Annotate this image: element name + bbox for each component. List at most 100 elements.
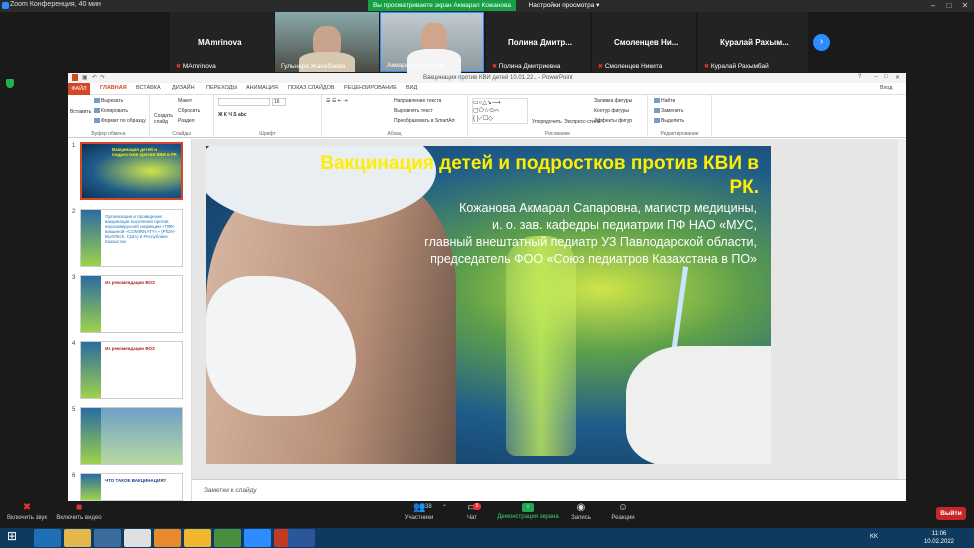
shape-effects-button[interactable]: Эффекты фигур <box>594 118 632 124</box>
slide-thumbnail[interactable] <box>80 407 183 465</box>
replace-button[interactable]: Заменить <box>661 108 683 114</box>
unmute-button[interactable]: ✖ Включить звук <box>4 502 50 522</box>
notes-pane[interactable]: Заметки к слайду <box>192 479 906 501</box>
select-button[interactable]: Выделить <box>661 118 684 124</box>
start-video-button[interactable]: ■ Включить видео <box>54 502 104 522</box>
tab-design[interactable]: ДИЗАЙН <box>172 85 195 91</box>
record-button[interactable]: ◉ Запись <box>566 503 596 522</box>
paste-button[interactable]: Вставить <box>70 109 91 115</box>
slides-group: Создать слайд Макет Сбросить Раздел Слай… <box>150 95 214 138</box>
copy-button[interactable]: Копировать <box>101 108 128 114</box>
current-slide[interactable]: Вакцинация детей и подростков против КВИ… <box>206 146 771 464</box>
chrome-icon[interactable] <box>124 529 151 547</box>
participant-tile[interactable]: Куралай Рахым... ✖ Куралай Рахымбай <box>698 12 808 72</box>
undo-icon[interactable]: ↶ <box>92 74 97 81</box>
arrange-button[interactable]: Упорядочить <box>532 119 562 125</box>
file-explorer-icon[interactable] <box>64 529 91 547</box>
reactions-button[interactable]: ☺ Реакции <box>606 503 640 522</box>
participants-button[interactable]: 👥 Участники <box>400 503 438 522</box>
sign-in-link[interactable]: Вход <box>880 85 892 91</box>
bullets-icon[interactable]: ☰ ☰ ⇤ ⇥ <box>326 98 348 104</box>
maximize-icon[interactable]: □ <box>942 0 956 11</box>
font-name-dropdown[interactable] <box>218 98 270 106</box>
ppt-restore-icon[interactable]: □ <box>884 74 888 80</box>
start-button-icon[interactable]: ⊞ <box>2 529 22 547</box>
next-page-arrow-icon[interactable]: › <box>813 34 830 51</box>
font-size-dropdown[interactable]: 16 <box>272 98 286 106</box>
participant-name: Смоленцев Ни... <box>614 38 679 47</box>
share-screen-button[interactable]: ↑ Демонстрация экрана <box>492 503 564 520</box>
find-button[interactable]: Найти <box>661 98 675 104</box>
ppt-help-icon[interactable]: ? <box>858 74 861 80</box>
text-direction-button[interactable]: Направление текста <box>394 98 441 104</box>
slide-subtitle[interactable]: Кожанова Акмарал Сапаровна, магистр меди… <box>337 200 757 268</box>
chevron-up-icon[interactable]: ⌃ <box>442 504 447 511</box>
redo-icon[interactable]: ↷ <box>100 74 105 81</box>
layout-button[interactable]: Макет <box>178 98 192 104</box>
video-off-icon: ■ <box>75 502 83 513</box>
find-icon <box>654 98 660 104</box>
ppt-close-icon[interactable]: ✕ <box>895 74 900 81</box>
active-speaker-tile[interactable]: Акмарал Кожанова <box>380 12 484 73</box>
zoom-taskbar-icon[interactable] <box>244 529 271 547</box>
mic-muted-icon: ✖ <box>22 502 32 513</box>
ribbon: Вставить Вырезать Копировать Формат по о… <box>68 95 906 138</box>
save-icon[interactable]: ▣ <box>82 74 88 81</box>
close-icon[interactable]: ✕ <box>958 0 972 11</box>
slide-thumbnail[interactable]: Из рекомендации ВОЗ <box>80 341 183 399</box>
tab-transitions[interactable]: ПЕРЕХОДЫ <box>206 85 237 91</box>
bold-icon[interactable]: Ж К Ч S abc <box>218 112 247 118</box>
cut-button[interactable]: Вырезать <box>101 98 123 104</box>
minimize-icon[interactable]: – <box>926 0 940 11</box>
slide-number: 3 <box>72 275 76 281</box>
share-banner: Вы просматриваете экран Акмарал Кожанова <box>368 0 516 11</box>
tab-file[interactable]: ФАЙЛ <box>68 83 90 95</box>
tab-review[interactable]: РЕЦЕНЗИРОВАНИЕ <box>344 85 397 91</box>
tab-animation[interactable]: АНИМАЦИЯ <box>246 85 278 91</box>
new-slide-button[interactable]: Создать слайд <box>154 113 178 125</box>
outlook-icon[interactable] <box>154 529 181 547</box>
participant-tile[interactable]: MAmrinova ✖ MAmrinova <box>170 12 274 72</box>
app-icon[interactable] <box>214 529 241 547</box>
tab-slideshow[interactable]: ПОКАЗ СЛАЙДОВ <box>288 85 335 91</box>
reset-button[interactable]: Сбросить <box>178 108 200 114</box>
leave-meeting-button[interactable]: Выйти <box>936 507 966 520</box>
subtitle-line: председатель ФОО «Союз педиатров Казахст… <box>430 252 757 266</box>
shape-fill-button[interactable]: Заливка фигуры <box>594 98 632 104</box>
tab-home[interactable]: ГЛАВНАЯ <box>100 85 127 91</box>
participant-tile[interactable]: Смоленцев Ни... ✖ Смоленцев Никита <box>592 12 696 72</box>
subtitle-line: главный внештатный педиатр УЗ Павлодарск… <box>424 235 757 249</box>
participant-name: MAmrinova <box>198 38 242 47</box>
participant-name: Полина Дмитр... <box>508 38 572 47</box>
smartart-button[interactable]: Преобразовать в SmartArt <box>394 118 455 124</box>
participant-label: Куралай Рахымбай <box>710 63 769 70</box>
vertical-scrollbar[interactable] <box>898 139 906 479</box>
shapes-gallery[interactable]: ▭○△↘⟶ ▢⬠☆⬭⌒{ }⟋☐◇ <box>472 98 528 124</box>
slide-thumbnail[interactable]: Из рекомендации ВОЗ <box>80 275 183 333</box>
language-indicator[interactable]: KK <box>870 534 878 540</box>
media-player-icon[interactable] <box>94 529 121 547</box>
view-settings-button[interactable]: Настройки просмотра ▾ <box>520 0 608 11</box>
section-button[interactable]: Раздел <box>178 118 195 124</box>
slide-thumbnail[interactable]: Организация и проведение вакцинации насе… <box>80 209 183 267</box>
slide-thumbnail[interactable]: Вакцинация детей и подростков против КВИ… <box>80 142 183 200</box>
app-icon[interactable] <box>184 529 211 547</box>
slide-title[interactable]: Вакцинация детей и подростков против КВИ… <box>319 152 759 200</box>
group-label: Абзац <box>387 131 402 137</box>
clock-date: 10.02.2022 <box>923 539 954 545</box>
tab-view[interactable]: ВИД <box>406 85 417 91</box>
tab-insert[interactable]: ВСТАВКА <box>136 85 161 91</box>
shape-outline-button[interactable]: Контур фигуры <box>594 108 629 114</box>
mic-muted-icon: ✖ <box>176 64 182 70</box>
participant-tile[interactable]: Полина Дмитр... ✖ Полина Дмитриевна <box>486 12 590 72</box>
ppt-minimize-icon[interactable]: – <box>874 74 877 80</box>
format-painter-button[interactable]: Формат по образцу <box>101 118 146 124</box>
slide-number: 4 <box>72 341 76 347</box>
powerpoint-window: ▣ ↶ ↷ Вакцинация против КВИ детей 10.01.… <box>68 73 906 501</box>
ie-browser-icon[interactable] <box>34 529 61 547</box>
slide-thumbnail[interactable]: ЧТО ТАКОЕ ВАКЦИНАЦИЯ? <box>80 473 183 501</box>
align-text-button[interactable]: Выровнять текст <box>394 108 433 114</box>
word-taskbar-icon[interactable] <box>288 529 315 547</box>
system-clock[interactable]: 11:06 10.02.2022 <box>924 530 954 546</box>
participant-video-tile[interactable]: Гульнара Жанабаева <box>275 12 379 72</box>
